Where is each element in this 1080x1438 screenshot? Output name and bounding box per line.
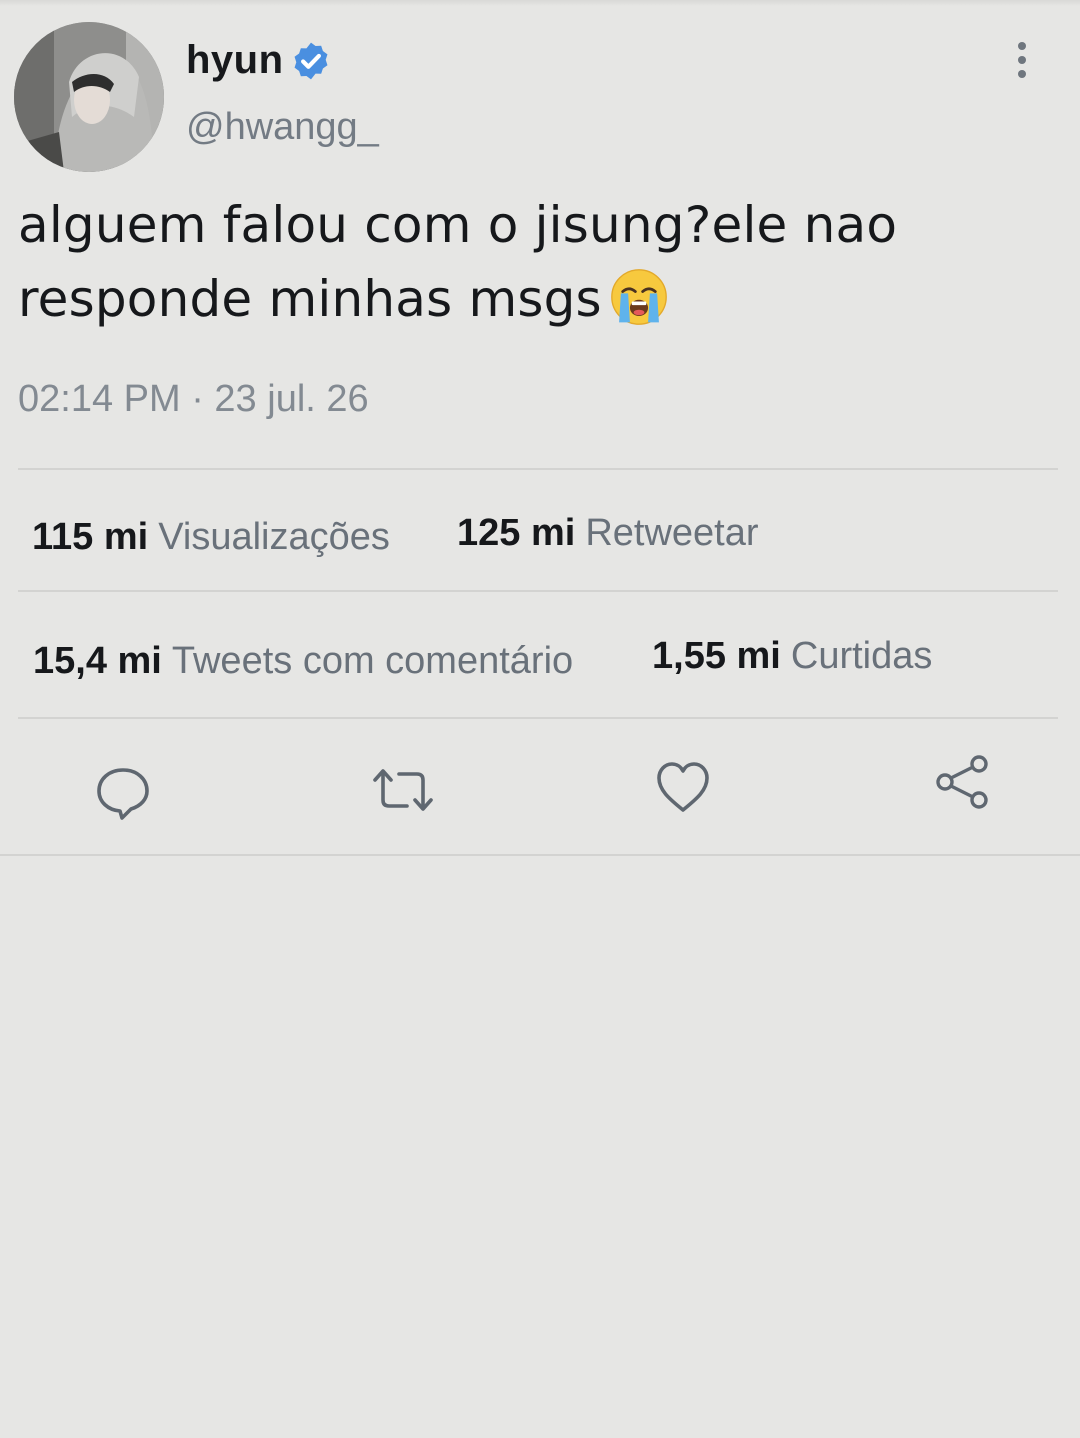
tweet-card: hyun @hwangg_ alguem falou com o jisung?… — [0, 0, 1080, 860]
divider — [18, 717, 1058, 719]
retweet-icon — [373, 769, 433, 811]
stat-quote-tweets[interactable]: 15,4 mi Tweets com comentário — [33, 640, 573, 683]
tweet-bottom-divider — [0, 854, 1080, 856]
tweet-text: alguem falou com o jisung?ele nao respon… — [18, 188, 1058, 336]
tweet-text-line-2-text: responde minhas msgs — [18, 270, 602, 328]
stat-views: 115 mi Visualizações — [32, 516, 390, 559]
avatar-image — [14, 22, 164, 172]
tweet-timestamp: 02:14 PM · 23 jul. 26 — [18, 378, 369, 420]
share-button[interactable] — [933, 752, 993, 812]
like-button[interactable] — [653, 758, 713, 818]
avatar[interactable] — [14, 22, 164, 172]
display-name[interactable]: hyun — [186, 38, 284, 83]
likes-label: Curtidas — [790, 635, 933, 677]
stat-retweets[interactable]: 125 mi Retweetar — [457, 512, 759, 555]
like-icon — [657, 762, 709, 812]
more-options-icon[interactable] — [1008, 38, 1036, 82]
stat-likes[interactable]: 1,55 mi Curtidas — [652, 635, 932, 678]
quotes-count: 15,4 mi — [33, 640, 162, 682]
verified-badge-icon — [294, 42, 328, 80]
user-handle[interactable]: @hwangg_ — [186, 106, 379, 149]
tweet-text-line-2: responde minhas msgs — [18, 262, 1058, 336]
retweet-button[interactable] — [371, 760, 435, 820]
divider — [18, 590, 1058, 592]
reply-icon — [97, 768, 149, 820]
share-icon — [936, 755, 988, 809]
retweets-count: 125 mi — [457, 512, 576, 554]
views-count: 115 mi — [32, 516, 149, 558]
retweets-label: Retweetar — [585, 512, 759, 554]
loudly-crying-face-icon — [610, 269, 667, 325]
tweet-text-line-1: alguem falou com o jisung?ele nao — [18, 196, 898, 254]
reply-button[interactable] — [93, 762, 153, 822]
views-label: Visualizações — [158, 516, 390, 558]
likes-count: 1,55 mi — [652, 635, 781, 677]
quotes-label: Tweets com comentário — [171, 640, 574, 682]
divider — [18, 468, 1058, 470]
